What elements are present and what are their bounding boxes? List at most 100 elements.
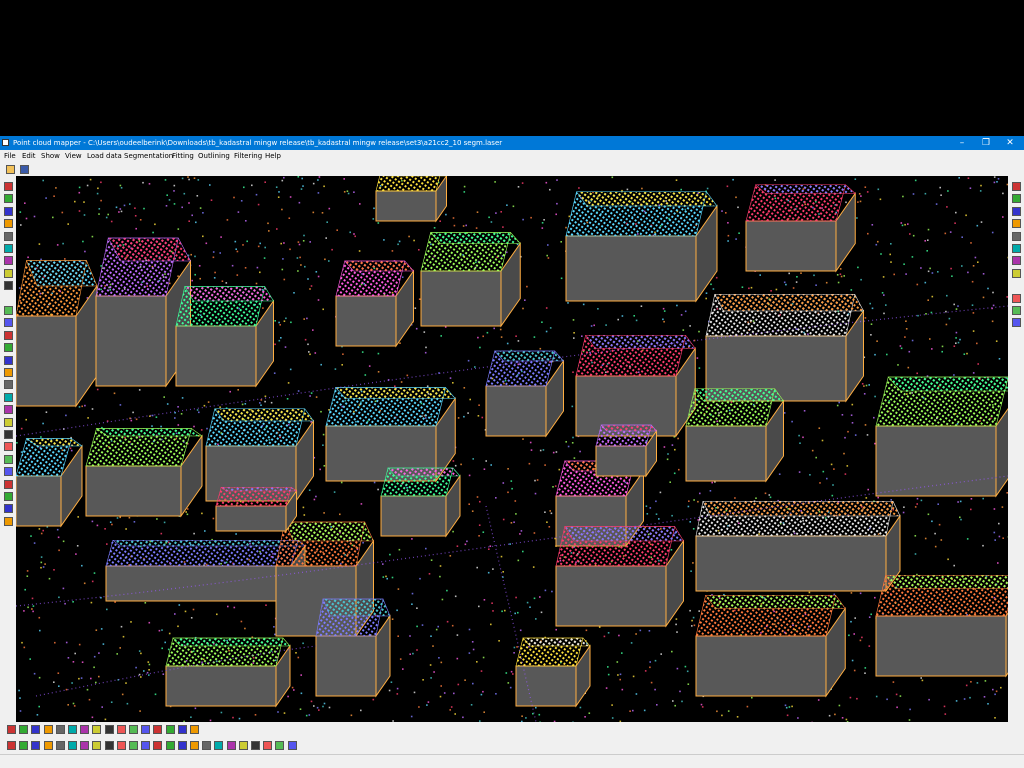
target-icon[interactable] — [177, 741, 187, 750]
deselect-icon[interactable] — [19, 741, 29, 750]
minimize-button[interactable]: – — [950, 136, 974, 150]
title-bar[interactable]: Point cloud mapper - C:\Users\oudeelberi… — [0, 136, 1024, 150]
green-icon[interactable] — [226, 741, 236, 750]
flag-icon[interactable] — [4, 454, 13, 464]
dot-icon[interactable] — [116, 725, 126, 734]
close-button[interactable]: ✕ — [998, 136, 1022, 150]
menu-filtering[interactable]: Filtering — [234, 150, 262, 163]
square-icon[interactable] — [153, 725, 163, 734]
circle-icon[interactable] — [104, 725, 114, 734]
building-icon[interactable] — [214, 741, 224, 750]
open-folder-icon[interactable] — [6, 165, 15, 174]
hole-icon[interactable] — [129, 725, 138, 734]
zoom-out-icon[interactable] — [1012, 306, 1021, 315]
minus-icon[interactable] — [177, 725, 187, 734]
grid-icon[interactable] — [4, 244, 13, 253]
point — [289, 248, 291, 251]
view-side-icon[interactable] — [1012, 206, 1021, 216]
crop-icon[interactable] — [4, 355, 13, 365]
move-icon[interactable] — [4, 430, 13, 439]
point — [125, 528, 127, 530]
view-3d-icon[interactable] — [1012, 219, 1021, 229]
box-icon[interactable] — [19, 725, 29, 734]
view-top-icon[interactable] — [1012, 182, 1021, 191]
reset-view-icon[interactable] — [1012, 231, 1021, 241]
fit-icon[interactable] — [1012, 318, 1021, 328]
red-icon[interactable] — [238, 741, 248, 750]
red-plane-icon[interactable] — [4, 368, 13, 377]
undo-icon[interactable] — [43, 741, 53, 750]
menu-fitting[interactable]: Fitting — [172, 150, 194, 163]
arrow-icon[interactable] — [190, 725, 199, 734]
target-icon[interactable] — [92, 725, 102, 734]
rotate-icon[interactable] — [4, 417, 13, 427]
rect-icon[interactable] — [55, 725, 65, 734]
point-cloud-canvas[interactable] — [16, 176, 1008, 722]
delete-icon[interactable] — [31, 741, 41, 750]
point — [196, 409, 199, 411]
flag2-icon[interactable] — [287, 741, 297, 750]
stop-icon[interactable] — [153, 741, 163, 750]
pen-icon[interactable] — [4, 318, 13, 328]
menu-help[interactable]: Help — [265, 150, 281, 163]
menu-view[interactable]: View — [65, 150, 82, 163]
merge-icon[interactable] — [4, 392, 13, 402]
menu-edit[interactable]: Edit — [22, 150, 36, 163]
frame-icon[interactable] — [116, 741, 126, 750]
grid-icon[interactable] — [104, 741, 114, 750]
grid-icon[interactable] — [31, 725, 41, 734]
blank-icon[interactable] — [7, 725, 16, 734]
menu-show[interactable]: Show — [41, 150, 60, 163]
maximize-button[interactable]: ❐ — [974, 136, 998, 150]
menu-load-data[interactable]: Load data — [87, 150, 122, 163]
green-plane-icon[interactable] — [4, 268, 13, 278]
menu-outlining[interactable]: Outlining — [198, 150, 230, 163]
points-icon[interactable] — [4, 194, 13, 204]
plus-icon[interactable] — [4, 330, 13, 340]
circle-icon[interactable] — [4, 306, 13, 315]
tin-icon[interactable] — [4, 256, 13, 266]
cross-icon[interactable] — [165, 725, 175, 734]
wand-icon[interactable] — [4, 343, 13, 353]
outline-icon[interactable] — [4, 492, 13, 501]
split-icon[interactable] — [4, 380, 13, 390]
line-icon[interactable] — [129, 741, 138, 750]
flag-icon[interactable] — [165, 741, 175, 750]
red-square-icon[interactable] — [4, 206, 13, 216]
fill-icon[interactable] — [4, 405, 13, 415]
mesh-icon[interactable] — [43, 725, 53, 734]
dot2-icon[interactable] — [141, 725, 151, 734]
fire-icon[interactable] — [4, 219, 13, 229]
erase-icon[interactable] — [4, 504, 13, 514]
layers-icon[interactable] — [4, 281, 13, 291]
frame-icon[interactable] — [68, 725, 77, 734]
segment-icon[interactable] — [263, 741, 273, 750]
record-icon[interactable] — [190, 741, 199, 750]
cut-icon[interactable] — [68, 741, 77, 750]
triangle-icon[interactable] — [4, 442, 13, 452]
color-intensity-icon[interactable] — [1012, 268, 1021, 278]
polygon-icon[interactable] — [4, 479, 13, 489]
green-flag-icon[interactable] — [4, 467, 13, 477]
select-icon[interactable] — [4, 182, 13, 191]
save-icon[interactable] — [20, 165, 29, 174]
menu-segmentation[interactable]: Segmentation — [124, 150, 173, 163]
copy-icon[interactable] — [80, 741, 90, 750]
building-icon[interactable] — [4, 231, 13, 241]
check-icon[interactable] — [275, 741, 285, 750]
zoom-in-icon[interactable] — [1012, 293, 1021, 303]
mesh-icon[interactable] — [251, 741, 260, 750]
color-segment-icon[interactable] — [1012, 244, 1021, 253]
paste-icon[interactable] — [92, 741, 102, 750]
view-front-icon[interactable] — [1012, 194, 1021, 204]
line-icon[interactable] — [80, 725, 90, 734]
redo-icon[interactable] — [55, 741, 65, 750]
color-height-icon[interactable] — [1012, 256, 1021, 266]
point-cloud-viewport[interactable] — [16, 176, 1008, 722]
menu-file[interactable]: File — [4, 150, 16, 163]
zoom-icon[interactable] — [4, 516, 13, 526]
select-all-icon[interactable] — [7, 741, 16, 750]
marker-icon[interactable] — [202, 741, 212, 750]
point — [969, 187, 972, 189]
pause-icon[interactable] — [141, 741, 151, 750]
